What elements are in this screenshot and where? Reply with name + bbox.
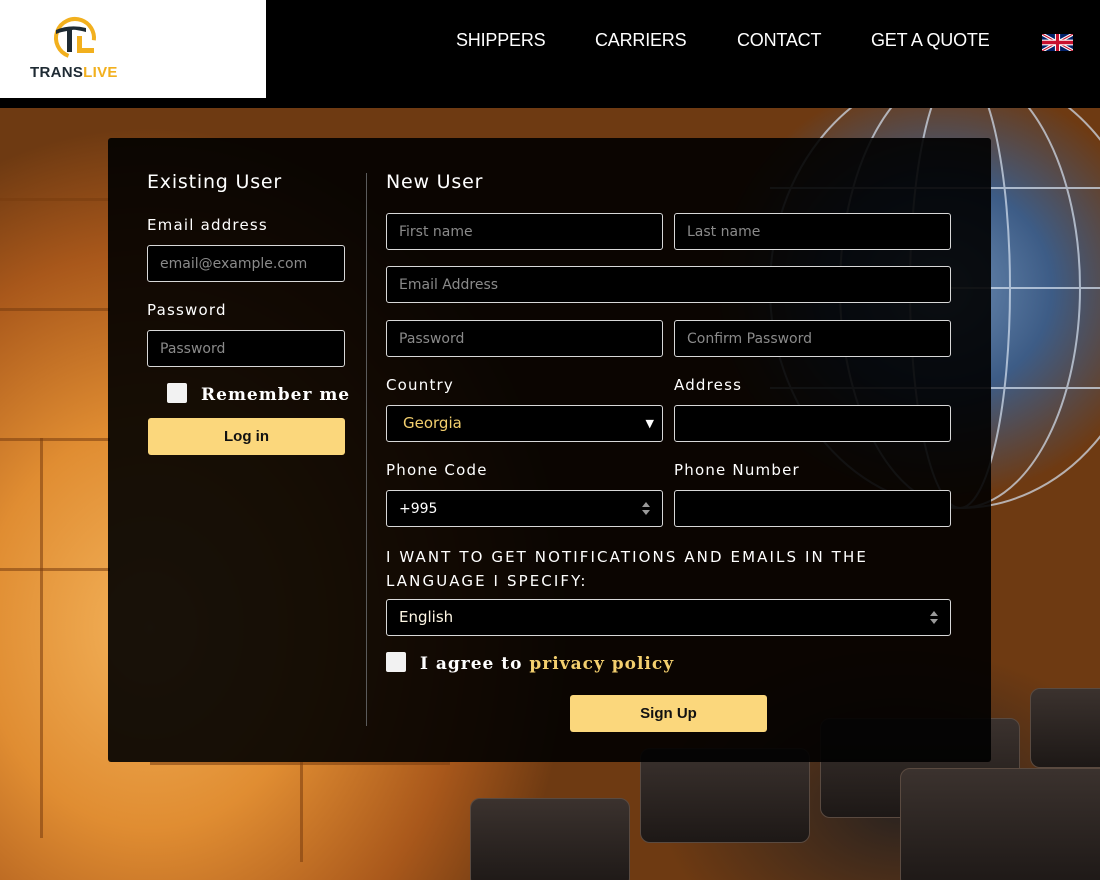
signup-email-input[interactable] [386, 266, 951, 303]
nav-contact[interactable]: CONTACT [737, 30, 821, 51]
country-select[interactable]: Georgia ▼ [386, 405, 663, 442]
logo[interactable]: TRANSLIVE [0, 0, 266, 98]
country-value: Georgia [403, 414, 462, 432]
phone-number-label: Phone Number [674, 461, 800, 479]
notification-language-label: I WANT TO GET NOTIFICATIONS AND EMAILS I… [386, 548, 868, 590]
language-select[interactable]: English [386, 599, 951, 636]
logo-text-live: LIVE [83, 64, 118, 81]
uk-flag-icon[interactable] [1042, 34, 1073, 51]
keyboard-key-decoration [470, 798, 630, 880]
phone-code-value: +995 [399, 501, 438, 517]
agree-privacy-checkbox[interactable] [386, 652, 406, 672]
email-label: Email address [147, 216, 268, 234]
agree-privacy-label: I agree to privacy policy [420, 654, 674, 674]
up-down-arrows-icon [642, 501, 650, 516]
keyboard-key-decoration [1030, 688, 1100, 768]
crate-decoration [0, 438, 110, 441]
crate-decoration [0, 308, 110, 311]
confirm-password-input[interactable] [674, 320, 951, 357]
remember-me-checkbox[interactable] [167, 383, 187, 403]
last-name-input[interactable] [674, 213, 951, 250]
up-down-arrows-icon [930, 610, 938, 625]
phone-number-input[interactable] [674, 490, 951, 527]
logo-text-trans: TRANS [30, 64, 84, 81]
crate-decoration [40, 438, 43, 838]
first-name-input[interactable] [386, 213, 663, 250]
login-password-input[interactable] [147, 330, 345, 367]
new-user-title: New User [386, 171, 484, 193]
nav-shippers[interactable]: SHIPPERS [456, 30, 546, 51]
signup-password-input[interactable] [386, 320, 663, 357]
phone-code-label: Phone Code [386, 461, 488, 479]
address-label: Address [674, 376, 743, 394]
country-label: Country [386, 376, 454, 394]
crate-decoration [0, 198, 110, 201]
remember-me-label: Remember me [201, 385, 351, 405]
crate-decoration [0, 568, 110, 571]
site-header: TRANSLIVE SHIPPERS CARRIERS CONTACT GET … [0, 0, 1100, 98]
crate-decoration [300, 762, 303, 862]
nav-get-a-quote[interactable]: GET A QUOTE [871, 30, 990, 51]
keyboard-key-decoration [900, 768, 1100, 880]
logo-mark-icon [54, 17, 96, 59]
privacy-policy-link[interactable]: privacy policy [529, 654, 674, 674]
signup-button[interactable]: Sign Up [570, 695, 767, 732]
panel-divider [366, 173, 367, 726]
address-input[interactable] [674, 405, 951, 442]
password-label: Password [147, 301, 227, 319]
chevron-down-icon: ▼ [645, 417, 654, 430]
phone-code-select[interactable]: +995 [386, 490, 663, 527]
login-email-input[interactable] [147, 245, 345, 282]
agree-prefix: I agree to [420, 654, 523, 674]
keyboard-key-decoration [640, 748, 810, 843]
nav-carriers[interactable]: CARRIERS [595, 30, 687, 51]
existing-user-title: Existing User [147, 171, 283, 193]
language-value: English [399, 608, 454, 626]
login-button[interactable]: Log in [148, 418, 345, 455]
logo-text: TRANSLIVE [30, 64, 118, 81]
